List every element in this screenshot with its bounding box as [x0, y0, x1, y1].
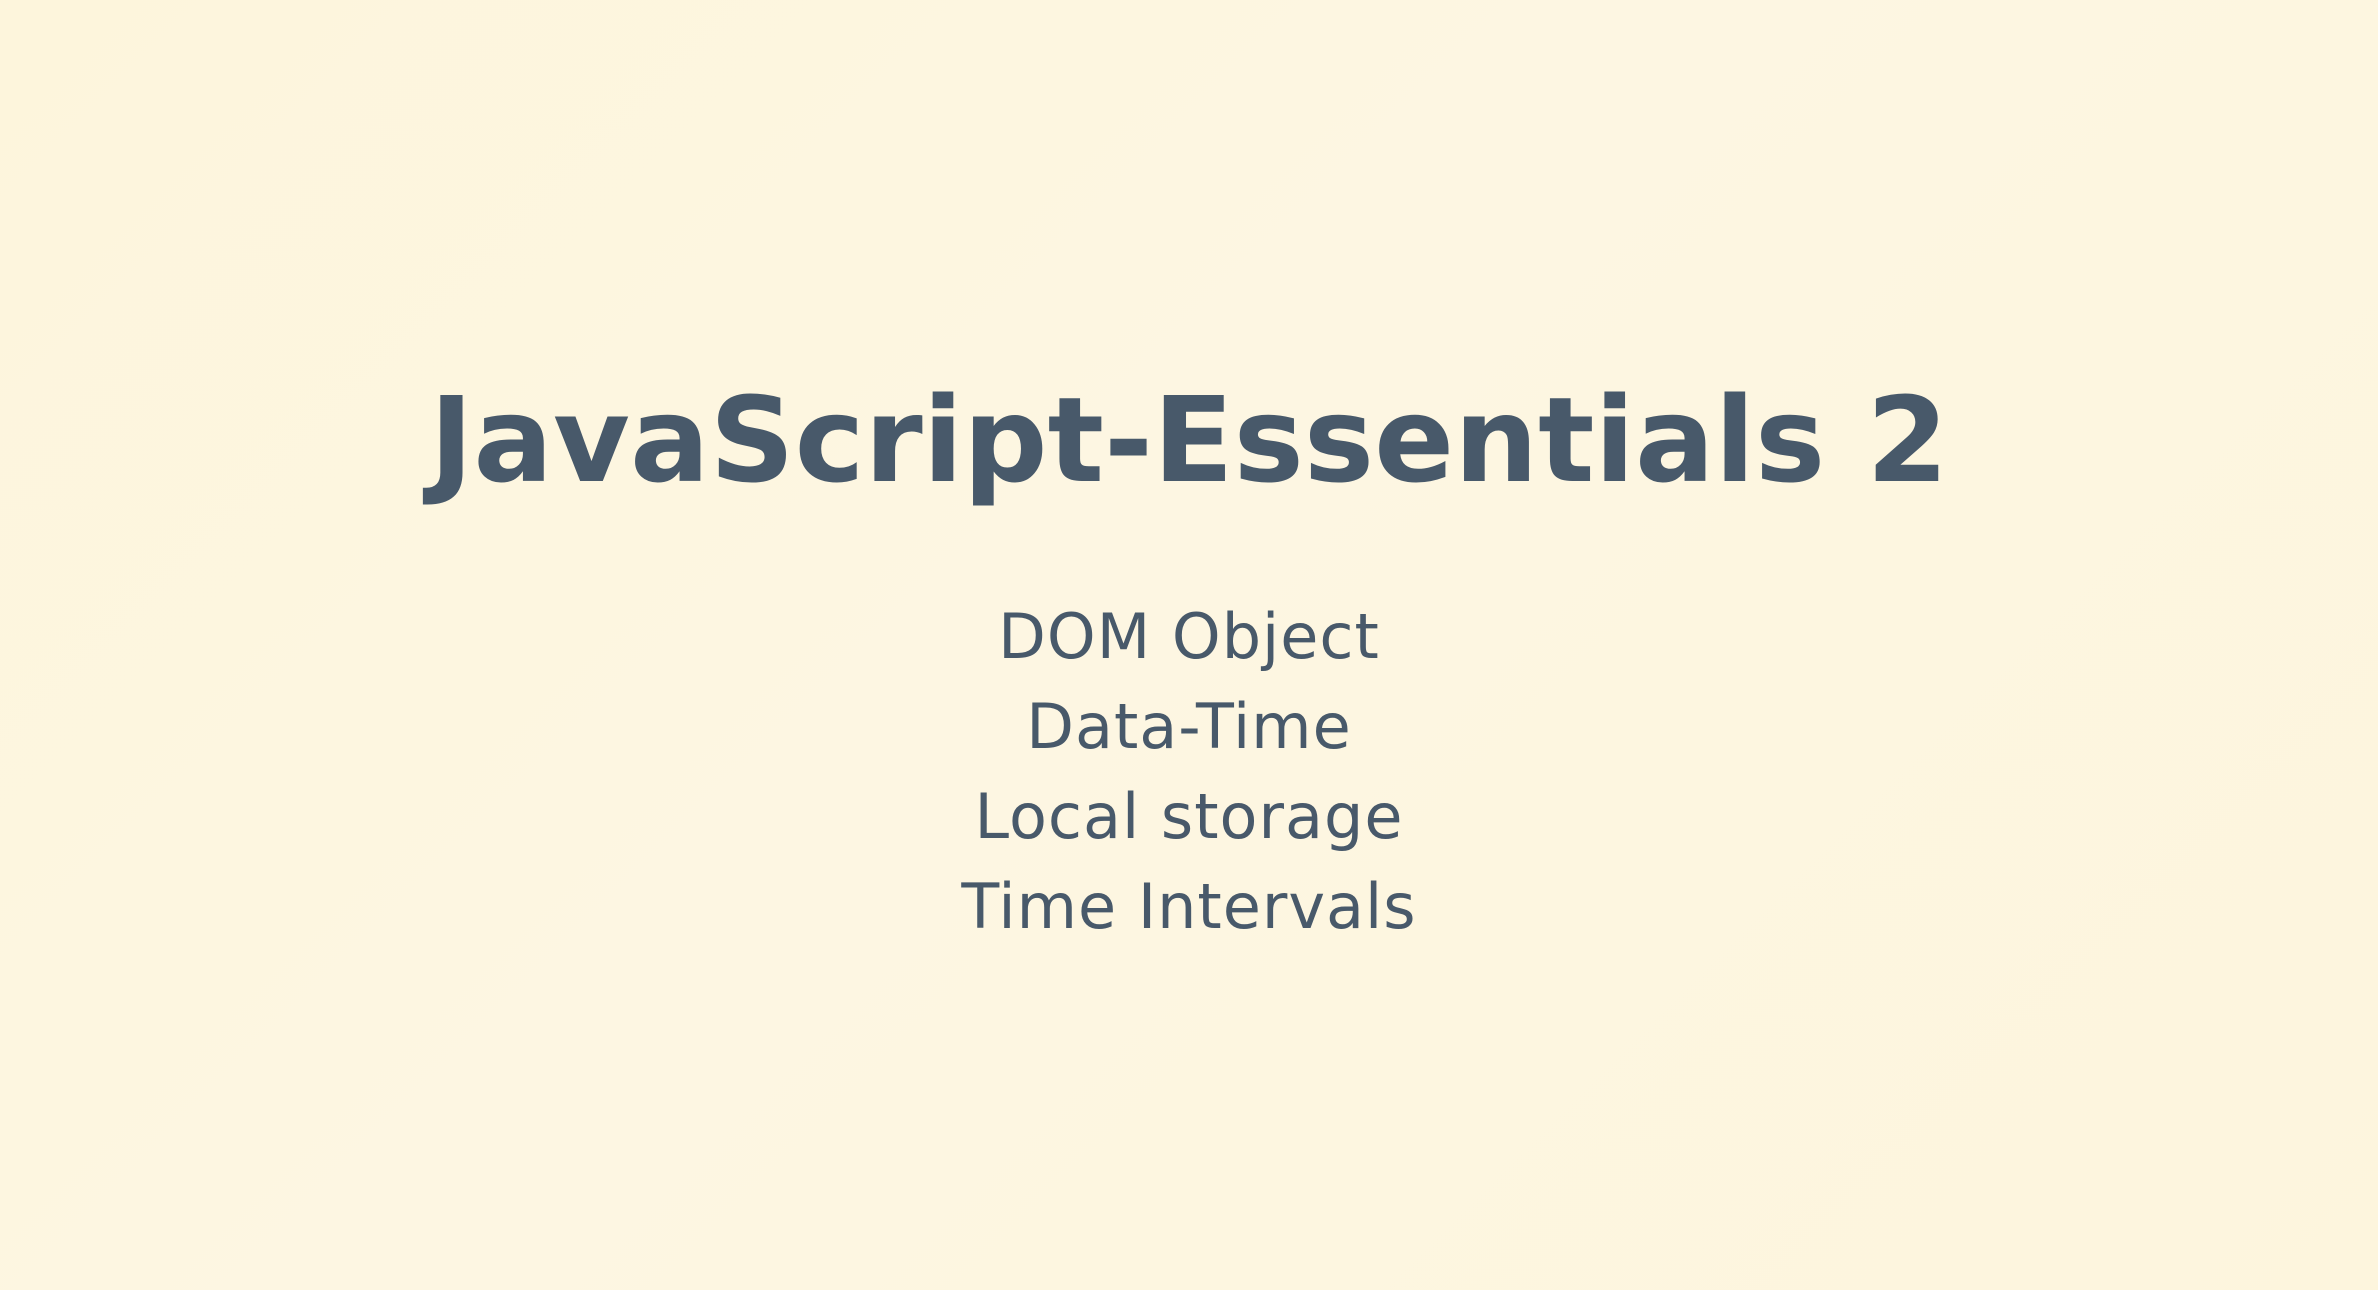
topic-item: DOM Object	[998, 600, 1380, 673]
slide: JavaScript-Essentials 2 DOM Object Data-…	[0, 0, 2378, 1290]
topic-item: Data-Time	[1026, 690, 1352, 763]
topic-list: DOM Object Data-Time Local storage Time …	[0, 592, 2378, 952]
topic-item: Local storage	[974, 780, 1404, 853]
topic-item: Time Intervals	[961, 870, 1417, 943]
slide-title: JavaScript-Essentials 2	[429, 371, 1949, 509]
